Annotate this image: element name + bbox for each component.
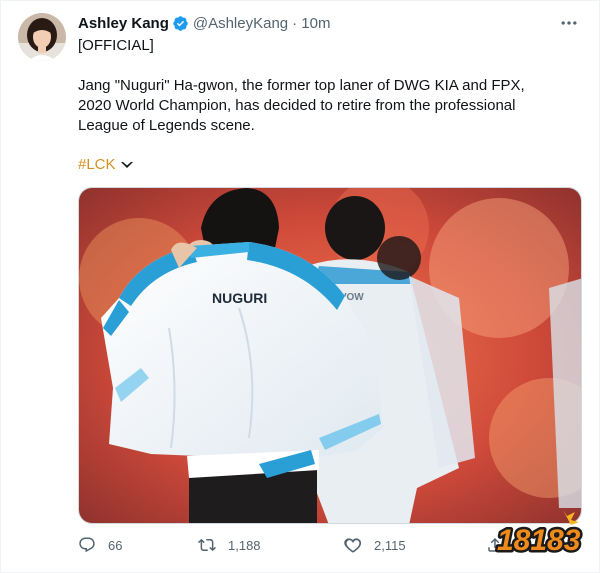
reply-button[interactable]: 66 [78, 536, 122, 554]
tweet-header: Ashley Kang @AshleyKang · 10m [78, 13, 330, 33]
watermark-text: 18183 [497, 524, 581, 557]
watermark-logo: 18183 18183 [495, 510, 583, 560]
jacket-name-text: NUGURI [212, 290, 267, 306]
retweet-count: 1,188 [228, 537, 261, 553]
tweet-card: Ashley Kang @AshleyKang · 10m [OFFICIAL]… [0, 0, 600, 573]
reply-icon [79, 537, 95, 553]
more-options-icon[interactable] [557, 11, 581, 35]
author-name[interactable]: Ashley Kang [78, 15, 169, 32]
like-icon [344, 538, 362, 553]
tweet-photo[interactable]: WOW NUGURI [78, 187, 582, 524]
reply-count: 66 [108, 537, 123, 553]
hashtag-link[interactable]: #LCK [78, 155, 134, 175]
retweet-button[interactable]: 1,188 [198, 536, 261, 554]
hashtag-label[interactable]: #LCK [78, 155, 116, 175]
retweet-icon [198, 538, 216, 552]
verified-badge-icon [173, 15, 188, 31]
chevron-hashflag-icon [120, 162, 133, 168]
timestamp[interactable]: · 10m [292, 15, 330, 32]
like-button[interactable]: 2,115 [344, 536, 406, 554]
like-count: 2,115 [374, 537, 406, 553]
author-handle[interactable]: @AshleyKang [193, 15, 288, 32]
photo-image: WOW NUGURI [79, 188, 581, 523]
avatar[interactable] [18, 13, 66, 61]
official-tag: [OFFICIAL] [78, 37, 154, 54]
tweet-text: Jang "Nuguri" Ha-gwon, the former top la… [78, 77, 525, 134]
